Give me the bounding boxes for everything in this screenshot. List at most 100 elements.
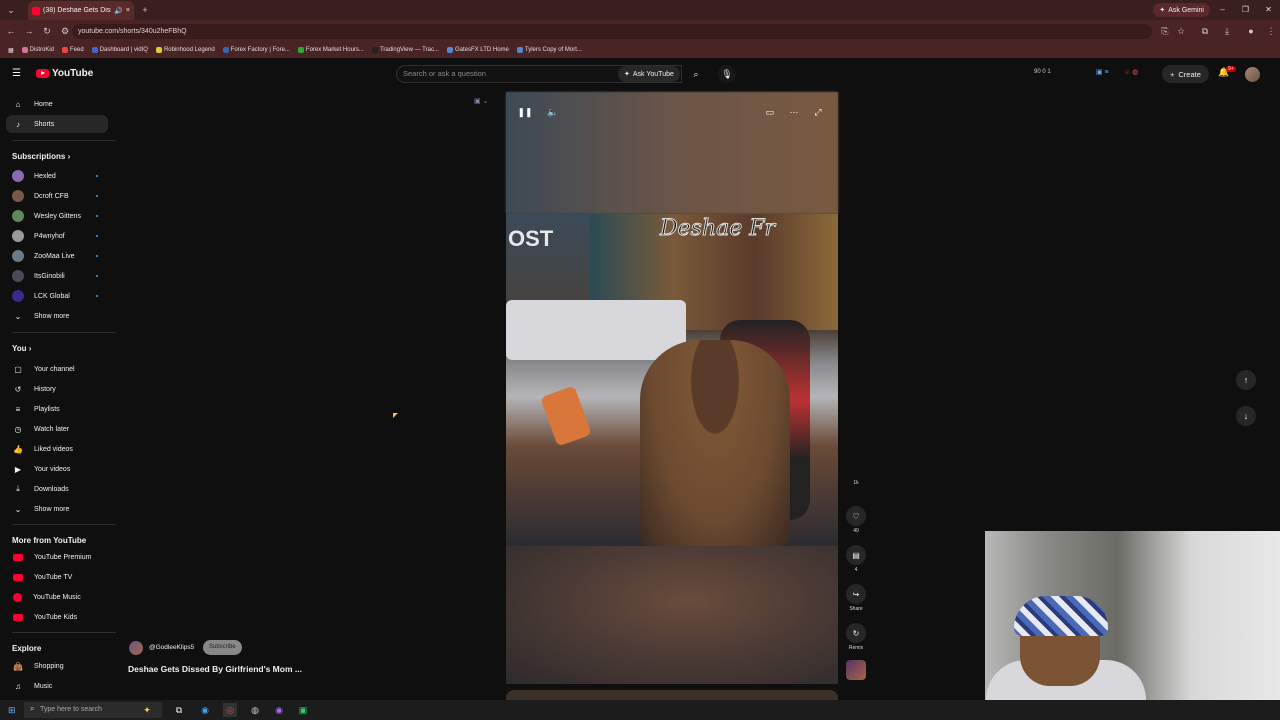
- bookmark-item[interactable]: Dashboard | vidIQ: [91, 47, 148, 53]
- close-window-icon[interactable]: ✕: [1257, 0, 1280, 20]
- windows-start-icon[interactable]: ⊞: [8, 705, 16, 716]
- browser-tab[interactable]: (38) Deshae Gets Dissed By 🔊 ×: [28, 1, 134, 20]
- bookmark-item[interactable]: Feed: [62, 47, 84, 53]
- sidebar-label: Shopping: [34, 662, 64, 670]
- search-icon[interactable]: ⌕: [686, 65, 706, 83]
- subscribe-button[interactable]: Subscribe: [203, 640, 242, 655]
- downloads-icon[interactable]: ⤓: [1220, 24, 1234, 38]
- history-icon: ↺: [14, 384, 22, 394]
- task-view-icon[interactable]: ⧉: [172, 703, 186, 717]
- tab-close-icon[interactable]: ×: [126, 7, 130, 14]
- bookmark-item[interactable]: GatesFX LTD Home: [446, 47, 509, 53]
- ask-gemini-button[interactable]: ✦ Ask Gemini: [1153, 3, 1210, 17]
- sidebar-item-playlists[interactable]: ≡ Playlists: [0, 400, 110, 418]
- sidebar-item-history[interactable]: ↺ History: [0, 380, 110, 398]
- sidebar-item-your-videos[interactable]: ▶ Your videos: [0, 460, 110, 478]
- share-button[interactable]: ↪ Share: [846, 584, 866, 612]
- reload-icon[interactable]: ↻: [40, 24, 54, 38]
- bookmark-item[interactable]: TradingView — Trac...: [371, 47, 439, 53]
- site-info-icon[interactable]: ⚙: [58, 24, 72, 38]
- pause-icon[interactable]: ❚❚: [517, 104, 533, 120]
- new-tab-icon[interactable]: +: [138, 3, 152, 17]
- tab-title: (38) Deshae Gets Dissed By: [43, 7, 111, 14]
- more-options-icon[interactable]: ⋯: [786, 104, 802, 120]
- chrome-icon[interactable]: ◎: [223, 703, 237, 717]
- bookmark-star-icon[interactable]: ☆: [1174, 24, 1188, 38]
- bookmark-item[interactable]: Forex Market Hours...: [297, 47, 364, 53]
- channel-avatar[interactable]: [129, 641, 143, 655]
- sidebar-item-shopping[interactable]: 👜 Shopping: [0, 657, 110, 675]
- install-icon[interactable]: ⎘: [1158, 24, 1172, 38]
- extensions-icon[interactable]: ⧉: [1198, 24, 1212, 38]
- sidebar-item-your-channel[interactable]: ▢ Your channel: [0, 360, 110, 378]
- sidebar-item-youtube-music[interactable]: YouTube Music: [0, 588, 110, 606]
- vidiq-icon[interactable]: ▣ ≡: [1096, 68, 1109, 76]
- sidebar-item-liked-videos[interactable]: 👍 Liked videos: [0, 440, 110, 458]
- show-more-you[interactable]: ⌄ Show more: [0, 500, 110, 518]
- sidebar-item-shorts[interactable]: ♪ Shorts: [6, 115, 108, 133]
- bookmark-item[interactable]: Robinhood Legend: [155, 47, 215, 53]
- sidebar-sub-item[interactable]: P4wnyhof: [0, 227, 110, 245]
- profile-icon[interactable]: ●: [1244, 24, 1258, 38]
- edge-icon[interactable]: ◉: [198, 703, 212, 717]
- maximize-icon[interactable]: ❐: [1234, 0, 1257, 20]
- youtube-logo[interactable]: YouTube: [36, 68, 93, 79]
- ask-youtube-button[interactable]: ✦ Ask YouTube: [618, 66, 680, 82]
- audio-track-thumbnail[interactable]: [846, 660, 866, 680]
- subscriptions-header[interactable]: Subscriptions ›: [12, 152, 70, 161]
- sidebar-item-youtube-tv[interactable]: YouTube TV: [0, 568, 110, 586]
- app-green-icon[interactable]: ▣: [296, 703, 310, 717]
- show-more-subscriptions[interactable]: ⌄ Show more: [0, 307, 110, 325]
- sidebar-sub-item[interactable]: Wesley Gittens: [0, 207, 110, 225]
- back-icon[interactable]: ←: [4, 24, 18, 38]
- obs-icon[interactable]: ◉: [272, 703, 286, 717]
- sidebar-item-music[interactable]: ♫ Music: [0, 677, 110, 695]
- browser-menu-icon[interactable]: ⋮: [1264, 24, 1278, 38]
- extension-alert-icon[interactable]: ♧ ◍: [1124, 68, 1138, 76]
- previous-short-arrow-up-icon[interactable]: ↑: [1236, 370, 1256, 390]
- sidebar-sub-item[interactable]: ZooMaa Live: [0, 247, 110, 265]
- sidebar-sub-item[interactable]: Hexled: [0, 167, 110, 185]
- bookmark-item[interactable]: DistroKid: [21, 47, 54, 53]
- next-short-arrow-down-icon[interactable]: ↓: [1236, 406, 1256, 426]
- hamburger-menu-icon[interactable]: ☰: [12, 68, 21, 79]
- sidebar-item-youtube-premium[interactable]: YouTube Premium: [0, 548, 110, 566]
- channel-avatar: [12, 210, 24, 222]
- sidebar-sub-item[interactable]: LCK Global: [0, 287, 110, 305]
- sidebar-item-home[interactable]: ⌂ Home: [0, 95, 110, 113]
- sparkle-icon: ✦: [624, 71, 630, 78]
- copilot-icon[interactable]: ✦: [140, 703, 154, 717]
- apps-icon[interactable]: ▦: [8, 47, 14, 54]
- next-short-preview[interactable]: [506, 690, 838, 700]
- sidebar-sub-item[interactable]: ItsGinobili: [0, 267, 110, 285]
- fullscreen-icon[interactable]: ⤢: [810, 104, 826, 120]
- create-button[interactable]: + Create: [1162, 65, 1209, 83]
- sidebar-item-youtube-kids[interactable]: YouTube Kids: [0, 608, 110, 626]
- channel-name[interactable]: @GodleeKlips5: [149, 644, 194, 651]
- video-title[interactable]: Deshae Gets Dissed By Girlfriend's Mom .…: [128, 664, 302, 674]
- like-button[interactable]: ♡ 49: [846, 506, 866, 534]
- remix-button[interactable]: ↻ Remix: [846, 623, 866, 651]
- sidebar-item-watch-later[interactable]: ◷ Watch later: [0, 420, 110, 438]
- tab-list-icon[interactable]: ⌄: [4, 3, 18, 17]
- captions-icon[interactable]: ▭: [762, 104, 778, 120]
- account-avatar[interactable]: [1245, 67, 1260, 82]
- comments-button[interactable]: ▤ 4: [846, 545, 866, 573]
- url-field[interactable]: youtube.com/shorts/340u2heFBhQ: [72, 24, 1152, 39]
- vidiq-player-icon[interactable]: ▣ ⌄: [474, 97, 488, 105]
- divider: [12, 632, 116, 633]
- forward-icon[interactable]: →: [22, 24, 36, 38]
- sidebar-sub-item[interactable]: Dcroft CFB: [0, 187, 110, 205]
- sidebar-item-downloads[interactable]: ⤓ Downloads: [0, 480, 110, 498]
- bookmark-item[interactable]: Forex Factory | Fore...: [222, 47, 290, 53]
- sidebar-label: YouTube TV: [34, 573, 73, 581]
- tab-audio-icon[interactable]: 🔊: [114, 7, 123, 15]
- youtube-kids-icon: [13, 613, 23, 621]
- volume-icon[interactable]: 🔈: [545, 104, 561, 120]
- vidiq-score[interactable]: 1k: [846, 478, 866, 486]
- microphone-icon[interactable]: 🎙: [718, 65, 736, 83]
- you-header[interactable]: You ›: [12, 344, 31, 353]
- app-icon[interactable]: ◍: [248, 703, 262, 717]
- minimize-icon[interactable]: –: [1211, 0, 1234, 20]
- bookmark-item[interactable]: Tylers Copy of Mort...: [516, 47, 582, 53]
